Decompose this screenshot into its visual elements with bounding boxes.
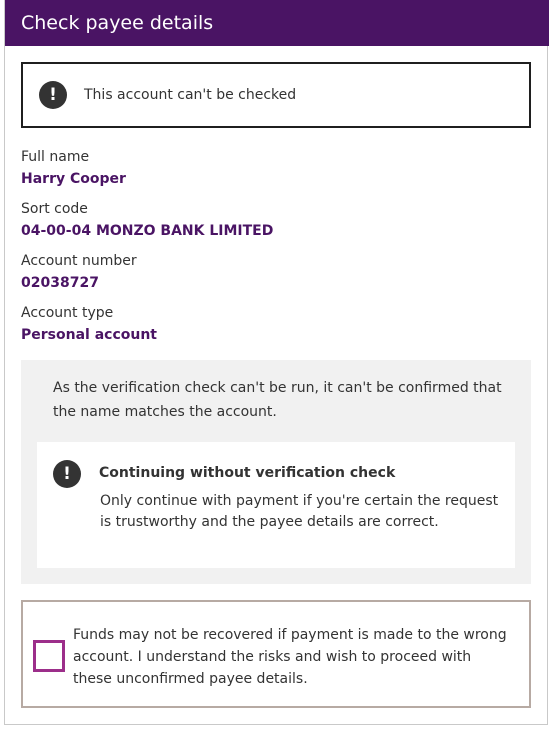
verification-alert-card: ! Continuing without verification check … (37, 442, 515, 568)
full-name-label: Full name (21, 149, 90, 165)
full-name-value: Harry Cooper (21, 171, 126, 187)
risk-consent-box: Funds may not be recovered if payment is… (21, 600, 531, 708)
sort-code-value: 04-00-04 MONZO BANK LIMITED (21, 223, 274, 239)
check-payee-panel: Check payee details ! This account can't… (4, 0, 549, 725)
account-type-label: Account type (21, 305, 114, 321)
account-type-value: Personal account (21, 327, 157, 343)
account-type-field: Account type Personal account (21, 302, 157, 346)
risk-consent-text: Funds may not be recovered if payment is… (73, 627, 507, 687)
account-number-field: Account number 02038727 (21, 250, 137, 294)
sort-code-label: Sort code (21, 201, 88, 217)
account-check-warning: ! This account can't be checked (21, 62, 531, 128)
account-number-label: Account number (21, 253, 137, 269)
panel-title: Check payee details (21, 12, 214, 34)
sort-code-field: Sort code 04-00-04 MONZO BANK LIMITED (21, 198, 273, 242)
account-number-value: 02038727 (21, 275, 99, 291)
risk-consent-checkbox[interactable] (33, 640, 65, 672)
panel-header: Check payee details (5, 0, 549, 46)
exclamation-circle-icon: ! (53, 460, 81, 488)
alert-title: Continuing without verification check (99, 465, 396, 481)
warning-text: This account can't be checked (84, 87, 297, 103)
verification-info-panel: As the verification check can't be run, … (21, 360, 531, 584)
full-name-field: Full name Harry Cooper (21, 146, 126, 190)
alert-body: Only continue with payment if you're cer… (100, 493, 499, 530)
exclamation-circle-icon: ! (39, 81, 67, 109)
verification-info-text: As the verification check can't be run, … (53, 380, 502, 420)
